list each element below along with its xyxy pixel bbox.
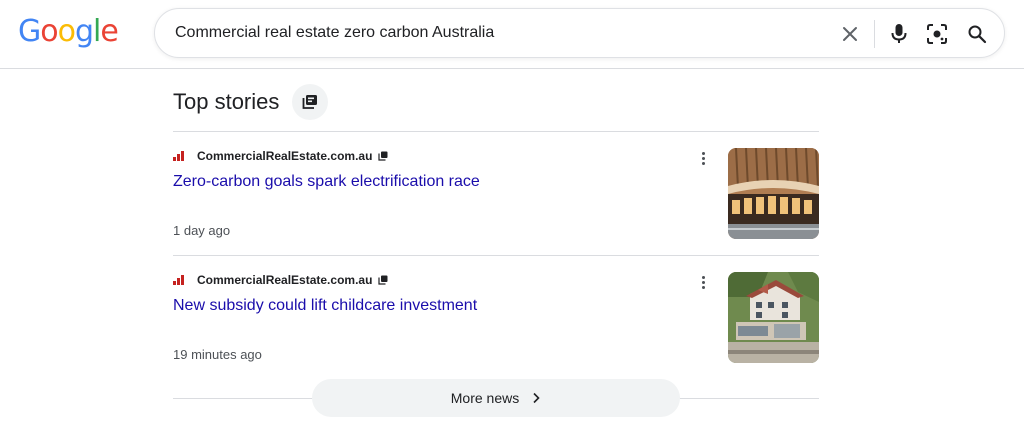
search-divider [874,20,875,48]
story-time: 19 minutes ago [173,347,262,362]
more-news-label: More news [450,390,520,406]
source-name: CommercialRealEstate.com.au [197,273,373,287]
header: Google Commercial real estate zero carbo… [0,0,1024,69]
logo-letter: g [74,14,94,49]
logo-letter: G [18,14,41,49]
stories-stack-icon[interactable] [292,84,328,120]
story-headline-link[interactable]: Zero-carbon goals spark electrification … [173,172,480,192]
logo-letter: o [40,14,58,49]
story-headline-link[interactable]: New subsidy could lift childcare investm… [173,296,477,316]
chevron-right-icon [531,392,541,404]
logo-letter: l [93,14,101,49]
logo-letter: o [57,14,76,49]
source-badge-icon [378,275,388,285]
building-photo-icon [728,148,819,239]
story-card[interactable]: CommercialRealEstate.com.au New subsidy … [173,272,819,382]
source-favicon-icon [173,275,187,285]
google-logo[interactable]: Google [18,13,119,51]
more-news-button[interactable]: More news [312,379,680,417]
logo-letter: e [100,14,118,49]
divider [173,255,819,256]
search-icon[interactable] [965,22,989,46]
lens-icon[interactable] [925,22,949,46]
story-source[interactable]: CommercialRealEstate.com.au [173,148,388,164]
close-icon[interactable] [838,22,862,46]
search-input[interactable]: Commercial real estate zero carbon Austr… [175,9,494,57]
more-options-icon[interactable] [694,272,712,292]
story-time: 1 day ago [173,223,231,238]
story-card[interactable]: CommercialRealEstate.com.au Zero-carbon … [173,148,819,258]
story-thumbnail[interactable] [728,148,819,239]
source-badge-icon [378,151,388,161]
more-options-icon[interactable] [694,148,712,168]
house-aerial-photo-icon [728,272,819,363]
microphone-icon[interactable] [887,22,911,46]
story-source[interactable]: CommercialRealEstate.com.au [173,272,388,288]
story-thumbnail[interactable] [728,272,819,363]
search-box[interactable]: Commercial real estate zero carbon Austr… [154,8,1005,58]
top-stories-title: Top stories [173,89,280,114]
source-name: CommercialRealEstate.com.au [197,149,373,163]
divider [173,131,819,132]
source-favicon-icon [173,151,187,161]
